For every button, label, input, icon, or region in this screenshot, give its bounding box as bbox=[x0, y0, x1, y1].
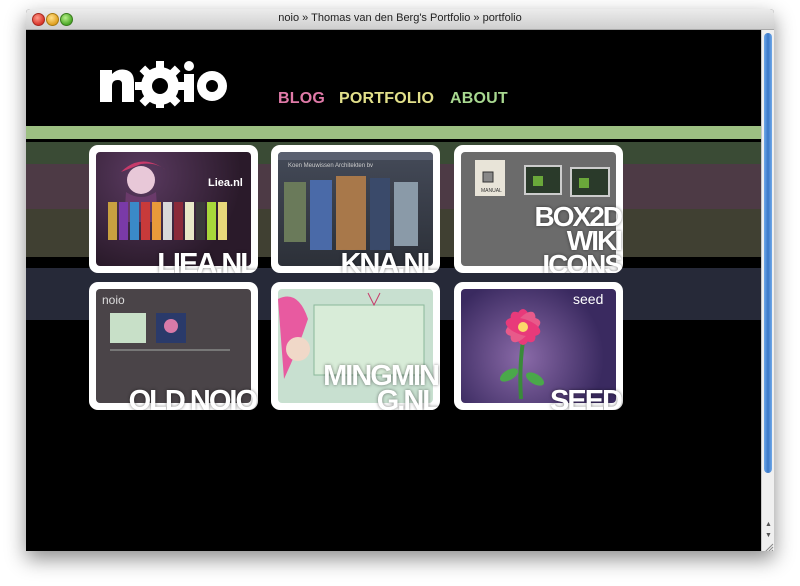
portfolio-tile-mingming[interactable]: MINGMIN G.NL bbox=[271, 282, 440, 410]
scroll-down-arrow-icon[interactable]: ▼ bbox=[765, 532, 772, 539]
portfolio-tile-box2d[interactable]: MANUAL BOX2D WIKI ICONS bbox=[454, 145, 623, 273]
vertical-scrollbar[interactable]: ▲ ▼ bbox=[761, 30, 774, 551]
tile-label: LIEA.NL bbox=[157, 248, 258, 274]
tile-label: SEED bbox=[550, 385, 623, 411]
decor-band bbox=[26, 126, 762, 139]
portfolio-tile-old-noio[interactable]: noio OLD NOIO bbox=[89, 282, 258, 410]
browser-window: noio » Thomas van den Berg's Portfolio »… bbox=[26, 9, 774, 551]
portfolio-tile-liea[interactable]: Liea.nl LIEA.NL bbox=[89, 145, 258, 273]
tile-label: MINGMIN G.NL bbox=[323, 362, 440, 411]
nav-portfolio[interactable]: PORTFOLIO bbox=[339, 90, 434, 108]
tile-screenshot-text: seed bbox=[573, 291, 604, 307]
tile-screenshot-text: Koen Meuwissen Architekten bv bbox=[288, 163, 374, 169]
tile-label: BOX2D WIKI ICONS bbox=[535, 203, 623, 274]
noio-logo-icon bbox=[100, 61, 227, 111]
tile-screenshot-text: noio bbox=[102, 293, 125, 307]
title-bar: noio » Thomas van den Berg's Portfolio »… bbox=[26, 9, 774, 30]
tile-label: OLD NOIO bbox=[128, 385, 258, 411]
nav-blog[interactable]: BLOG bbox=[278, 90, 325, 108]
tile-screenshot-text: MANUAL bbox=[481, 188, 502, 194]
scrollbar-thumb[interactable] bbox=[764, 33, 772, 473]
site-logo[interactable]: noio bbox=[98, 58, 228, 113]
tile-screenshot-text: Liea.nl bbox=[208, 177, 243, 189]
resize-grip-icon[interactable] bbox=[762, 541, 774, 551]
tile-label-line: ICONS bbox=[542, 249, 623, 274]
tile-label-line: G.NL bbox=[376, 385, 440, 411]
tile-label: KNA.NL bbox=[340, 248, 440, 274]
portfolio-tile-kna[interactable]: Koen Meuwissen Architekten bv KNA.NL bbox=[271, 145, 440, 273]
window-title: noio » Thomas van den Berg's Portfolio »… bbox=[278, 12, 522, 24]
nav-about[interactable]: ABOUT bbox=[450, 90, 508, 108]
scroll-up-arrow-icon[interactable]: ▲ bbox=[765, 521, 772, 528]
portfolio-tile-seed[interactable]: seed SEED bbox=[454, 282, 623, 410]
page-content: noio BLOG PORTFOLIO ABOUT bbox=[26, 30, 762, 551]
